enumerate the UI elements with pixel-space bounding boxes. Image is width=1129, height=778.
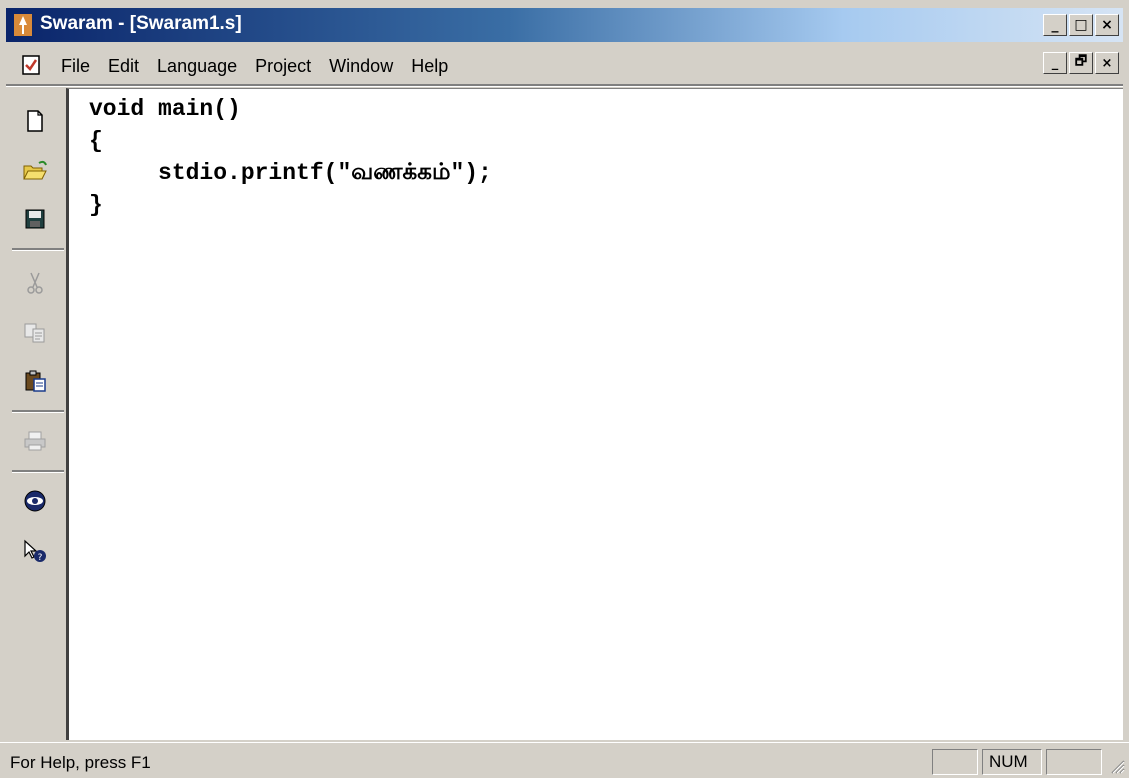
- code-editor[interactable]: void main() { stdio.printf("வணக்கம்"); }: [66, 88, 1123, 740]
- minimize-button[interactable]: _: [1043, 14, 1067, 36]
- menu-separator: [6, 84, 1123, 87]
- save-button[interactable]: [18, 202, 52, 236]
- compile-button[interactable]: [18, 484, 52, 518]
- menu-language[interactable]: Language: [148, 52, 246, 81]
- print-button[interactable]: [18, 424, 52, 458]
- code-line: {: [89, 128, 103, 154]
- toolbar-separator: [12, 410, 64, 413]
- status-panel-caps: [932, 749, 978, 775]
- code-line: stdio.printf("வணக்கம்");: [89, 160, 492, 186]
- open-button[interactable]: [18, 154, 52, 188]
- status-help-text: For Help, press F1: [10, 753, 151, 772]
- toolbar-separator: [12, 470, 64, 473]
- menu-help[interactable]: Help: [402, 52, 457, 81]
- doc-restore-button[interactable]: 🗗: [1069, 52, 1093, 74]
- maximize-button[interactable]: □: [1069, 14, 1093, 36]
- doc-close-button[interactable]: ×: [1095, 52, 1119, 74]
- toolbar: ?: [6, 90, 64, 740]
- cut-icon: [27, 272, 43, 294]
- help-pointer-icon: ?: [24, 539, 46, 563]
- code-text: void main() { stdio.printf("வணக்கம்"); }: [89, 93, 492, 221]
- paste-icon: [25, 370, 46, 392]
- save-icon: [25, 209, 45, 229]
- doc-minimize-button[interactable]: _: [1043, 52, 1067, 74]
- svg-text:?: ?: [38, 553, 43, 563]
- window-title: Swaram - [Swaram1.s]: [40, 13, 242, 34]
- close-button[interactable]: ×: [1095, 14, 1119, 36]
- app-window: Swaram - [Swaram1.s] _ □ × File Edit Lan…: [0, 0, 1129, 778]
- copy-icon: [24, 323, 45, 343]
- menu: File Edit Language Project Window Help: [52, 52, 457, 81]
- code-line: void main(): [89, 96, 241, 122]
- window-controls: _ □ ×: [1043, 14, 1119, 36]
- print-icon: [24, 431, 46, 451]
- new-file-icon: [27, 110, 43, 132]
- compile-icon: [24, 490, 46, 512]
- menu-file[interactable]: File: [52, 52, 99, 81]
- status-panel-num: NUM: [982, 749, 1042, 775]
- help-pointer-button[interactable]: ?: [18, 534, 52, 568]
- cut-button[interactable]: [18, 266, 52, 300]
- menu-project[interactable]: Project: [246, 52, 320, 81]
- app-icon[interactable]: [14, 14, 32, 36]
- code-line: }: [89, 192, 103, 218]
- title-bar[interactable]: Swaram - [Swaram1.s] _ □ ×: [6, 8, 1123, 42]
- document-controls: _ 🗗 ×: [1043, 52, 1119, 74]
- menu-bar: File Edit Language Project Window Help _…: [6, 48, 1123, 82]
- menu-window[interactable]: Window: [320, 52, 402, 81]
- paste-button[interactable]: [18, 364, 52, 398]
- open-folder-icon: [23, 160, 47, 180]
- new-file-button[interactable]: [18, 104, 52, 138]
- status-bar: For Help, press F1 NUM: [0, 742, 1129, 778]
- status-panel-scroll: [1046, 749, 1102, 775]
- menu-edit[interactable]: Edit: [99, 52, 148, 81]
- resize-grip-icon[interactable]: [1109, 758, 1125, 774]
- document-icon[interactable]: [20, 54, 42, 76]
- toolbar-separator: [12, 248, 64, 251]
- copy-button[interactable]: [18, 316, 52, 350]
